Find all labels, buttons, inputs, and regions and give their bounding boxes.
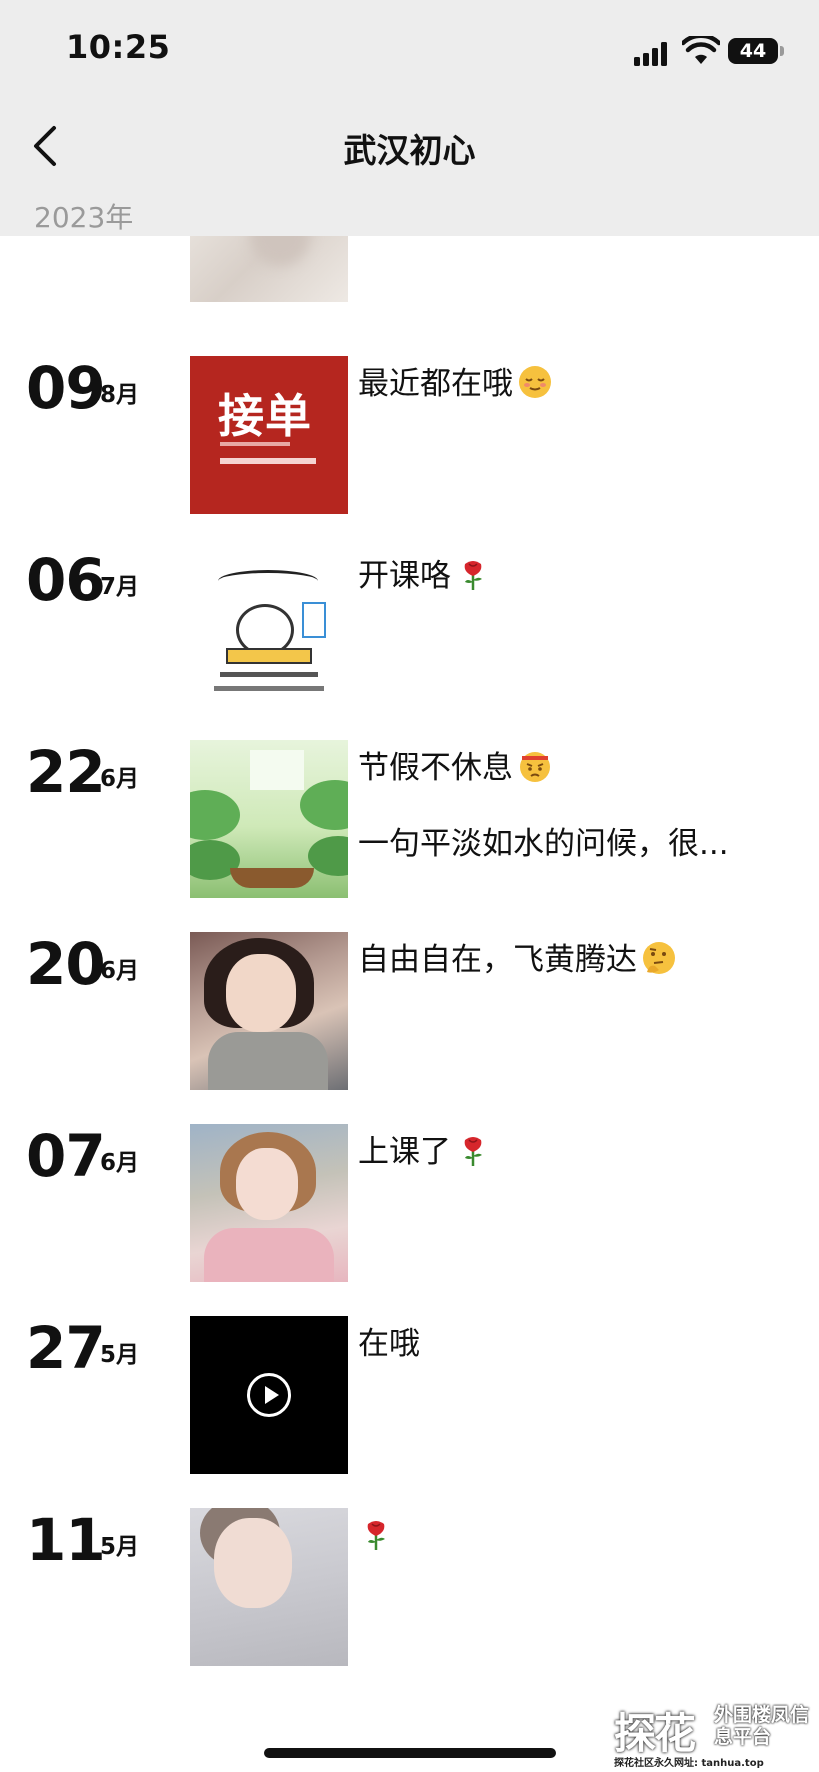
moments-feed[interactable]: 09 8月 接单 最近都在哦 06 7月 开课咯 22 6月 节假不休息 一句平… [0,236,819,1772]
entry-thumbnail[interactable] [190,1508,348,1666]
entry-day: 20 [26,930,106,998]
list-item[interactable]: 07 6月 上课了 [0,1120,819,1282]
entry-month: 7月 [100,574,140,600]
lotus-leaf [308,836,348,876]
cartoon-sign [302,602,326,638]
status-bar: 10:25 44 [0,0,819,100]
entry-day: 07 [26,1122,106,1190]
partial-thumbnail[interactable] [190,236,348,302]
relieved-face-icon [519,366,551,398]
entry-text [358,1516,394,1556]
entry-thumbnail[interactable]: 接单 [190,356,348,514]
entry-month: 8月 [100,382,140,408]
list-item[interactable]: 09 8月 接单 最近都在哦 [0,352,819,514]
list-item[interactable]: 27 5月 在哦 [0,1312,819,1474]
cellular-signal-icon [634,42,672,66]
photo-face [236,1148,298,1220]
rose-icon [464,1137,482,1166]
entry-text: 节假不休息 [358,748,553,788]
entry-day: 22 [26,738,106,806]
thinking-face-icon [643,942,675,974]
entry-text: 开课咯 [358,556,491,596]
entry-text: 最近都在哦 [358,364,553,404]
rose-icon [367,1521,385,1550]
photo-face [226,954,296,1032]
watermark-url: 探花社区永久网址: tanhua.top [614,1758,764,1769]
entry-day: 06 [26,546,106,614]
thumbnail-line [220,458,316,464]
entry-day: 11 [26,1506,106,1574]
nav-bar: 武汉初心 [0,100,819,192]
entry-caption: 在哦 [358,1326,420,1362]
thumbnail-boat [230,868,314,888]
entry-day: 09 [26,354,106,422]
entry-caption: 最近都在哦 [358,366,513,402]
entry-thumbnail[interactable] [190,1124,348,1282]
video-thumbnail[interactable] [190,1316,348,1474]
entry-thumbnail[interactable] [190,740,348,898]
cartoon-desk [226,648,312,664]
list-item[interactable]: 06 7月 开课咯 [0,544,819,706]
photo-clothing [204,1228,334,1282]
list-item[interactable]: 22 6月 节假不休息 一句平淡如水的问候，很... [0,736,819,898]
status-time: 10:25 [66,28,171,66]
angry-face-icon [520,752,550,782]
thumbnail-sky [250,750,304,790]
thumbnail-line [220,672,318,677]
battery-icon: 44 [728,38,778,64]
battery-tip [780,46,784,56]
lotus-leaf [300,780,348,830]
entry-caption: 开课咯 [358,558,451,594]
watermark-tagline: 外围楼凤信息平台 [714,1704,810,1748]
watermark-logo: 探花 [614,1709,696,1758]
entry-month: 5月 [100,1534,140,1560]
entry-text: 上课了 [358,1132,491,1172]
photo-clothing [208,1032,328,1090]
home-indicator[interactable] [264,1748,556,1758]
entry-month: 6月 [100,1150,140,1176]
page-title: 武汉初心 [343,131,476,170]
entry-thumbnail[interactable] [190,932,348,1090]
year-label: 2023年 [34,201,134,234]
entry-text: 自由自在，飞黄腾达 [358,940,677,980]
lotus-leaf [190,790,240,840]
rose-icon [464,561,482,590]
year-section-header: 2023年 [0,192,819,236]
entry-month: 6月 [100,766,140,792]
thumbnail-line [220,442,290,446]
entry-month: 6月 [100,958,140,984]
thumbnail-banner [218,570,318,592]
list-item[interactable]: 20 6月 自由自在，飞黄腾达 [0,928,819,1090]
play-icon[interactable] [247,1373,291,1417]
entry-secondary-text: 一句平淡如水的问候，很... [358,826,729,862]
entry-caption: 自由自在，飞黄腾达 [358,942,637,978]
entry-month: 5月 [100,1342,140,1368]
wifi-icon [682,36,720,64]
thumbnail-line [214,686,324,691]
entry-caption: 节假不休息 [358,750,513,786]
photo-face [214,1518,292,1608]
list-item[interactable]: 11 5月 [0,1504,819,1666]
watermark: 探花 外围楼凤信息平台 探花社区永久网址: tanhua.top [614,1700,819,1772]
entry-day: 27 [26,1314,106,1382]
entry-text: 在哦 [358,1324,420,1364]
entry-caption: 上课了 [358,1134,451,1170]
entry-thumbnail[interactable] [190,548,348,706]
thumbnail-text: 接单 [218,389,312,443]
